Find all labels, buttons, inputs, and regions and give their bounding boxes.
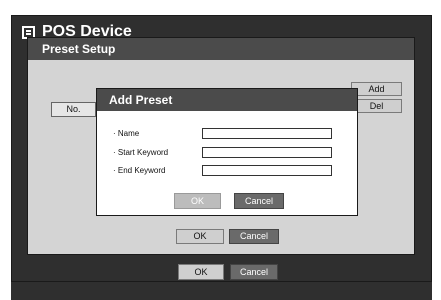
start-keyword-input[interactable] xyxy=(202,147,332,158)
end-keyword-label: · End Keyword xyxy=(113,166,166,175)
footer-ok-button[interactable]: OK xyxy=(178,264,224,280)
add-preset-dialog: Add Preset · Name · Start Keyword · End … xyxy=(96,88,358,216)
add-button[interactable]: Add xyxy=(351,82,402,96)
del-button[interactable]: Del xyxy=(351,99,402,113)
dialog-cancel-button[interactable]: Cancel xyxy=(234,193,284,209)
name-input[interactable] xyxy=(202,128,332,139)
preset-ok-button[interactable]: OK xyxy=(176,229,224,244)
add-preset-title: Add Preset xyxy=(97,89,357,111)
end-keyword-input[interactable] xyxy=(202,165,332,176)
dialog-ok-button[interactable]: OK xyxy=(174,193,221,209)
bottom-bar xyxy=(11,282,432,300)
start-keyword-label: · Start Keyword xyxy=(113,148,169,157)
column-header-no: No. xyxy=(51,102,96,117)
preset-cancel-button[interactable]: Cancel xyxy=(229,229,279,244)
name-label: · Name xyxy=(113,129,140,138)
footer-cancel-button[interactable]: Cancel xyxy=(230,264,278,280)
preset-setup-title: Preset Setup xyxy=(28,38,414,60)
